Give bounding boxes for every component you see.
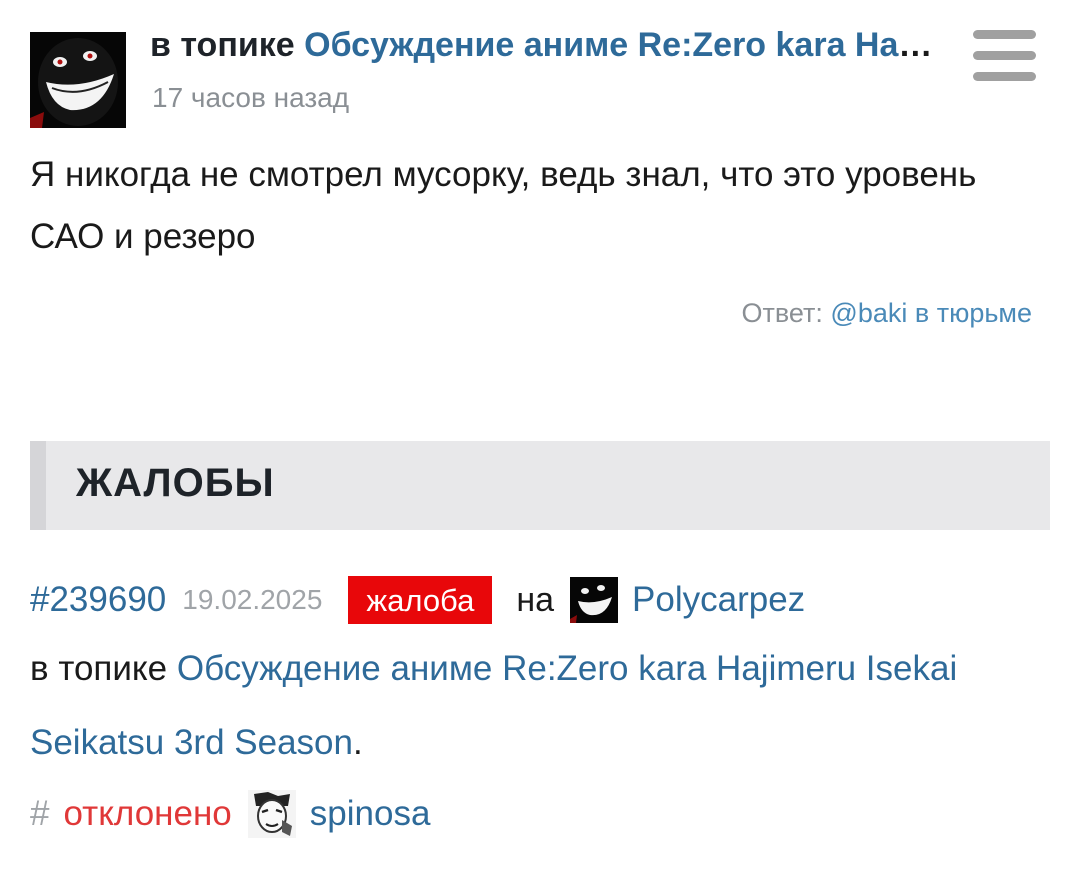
- complaint-topic-link[interactable]: Обсуждение аниме Re:Zero kara Hajimeru I…: [30, 649, 957, 762]
- target-user-avatar[interactable]: [570, 577, 619, 623]
- complaint-badge: жалоба: [348, 576, 493, 624]
- complaint-topic-period: .: [352, 723, 363, 762]
- status-rejected: отклонено: [63, 794, 232, 833]
- grinning-dark-face-icon: [30, 32, 126, 128]
- complaint-topic-prefix: в топике: [30, 649, 168, 688]
- complaint-meta-row: #239690 19.02.2025 жалоба на Polycarpez: [30, 574, 1050, 626]
- reply-prefix: Ответ:: [741, 298, 823, 328]
- comment-timestamp: 17 часов назад: [152, 82, 350, 113]
- complaint-status-row: # отклонено spinosa: [30, 788, 430, 840]
- user-avatar[interactable]: [30, 32, 126, 128]
- hamburger-menu-icon[interactable]: [973, 30, 1036, 82]
- moderator-link[interactable]: spinosa: [310, 794, 431, 834]
- reply-line: Ответ: @baki в тюрьме: [742, 298, 1033, 329]
- complaints-section-header: ЖАЛОБЫ: [30, 441, 1050, 530]
- moderator-avatar[interactable]: [247, 790, 296, 838]
- target-user-link[interactable]: Polycarpez: [632, 580, 805, 620]
- topic-prefix: в топике: [150, 26, 295, 64]
- section-title: ЖАЛОБЫ: [76, 461, 275, 505]
- reply-to-link[interactable]: @baki в тюрьме: [830, 298, 1032, 328]
- complaint-on-label: на: [516, 580, 555, 619]
- comment-text: Я никогда не смотрел мусорку, ведь знал,…: [30, 155, 977, 256]
- status-hash: #: [30, 794, 50, 833]
- complaint-date: 19.02.2025: [182, 584, 323, 615]
- complaint-id-link[interactable]: #239690: [30, 580, 166, 620]
- grinning-dark-face-icon: [570, 577, 619, 623]
- manga-face-icon: [247, 790, 296, 838]
- complaint-topic-line: в топике Обсуждение аниме Re:Zero kara H…: [30, 632, 1030, 780]
- topic-link[interactable]: Обсуждение аниме Re:Zero kara Hajimeru I…: [304, 26, 940, 64]
- comment-topic-line: в топике Обсуждение аниме Re:Zero kara H…: [150, 22, 940, 68]
